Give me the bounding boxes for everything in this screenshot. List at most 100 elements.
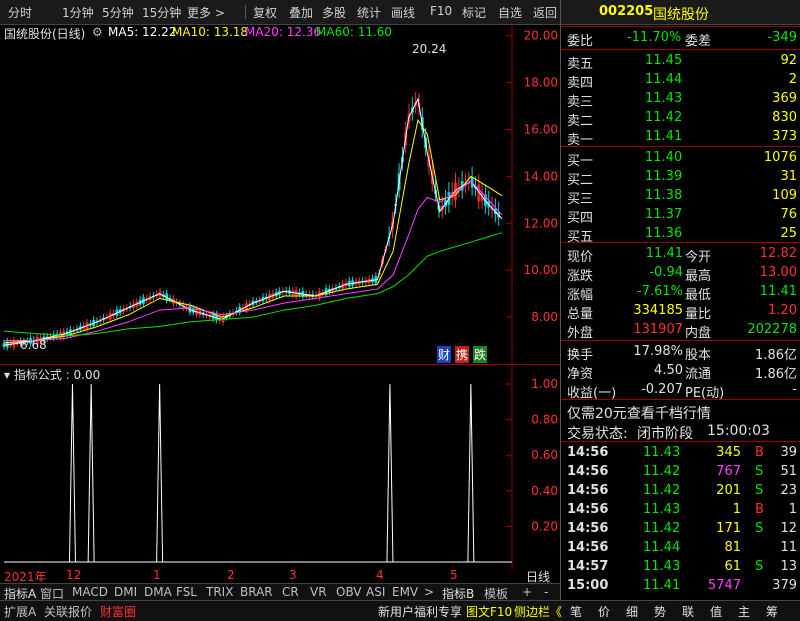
tick-price: 11.44 (643, 540, 681, 555)
tick-price: 11.43 (643, 445, 681, 460)
stat-value: 4.50 (654, 363, 683, 378)
drop-badge[interactable]: 跌 (473, 346, 488, 363)
toolbar-item-back[interactable]: 返回 (533, 4, 557, 21)
tick-row: 15:00 11.41 5747 379 (561, 576, 800, 596)
bid-row[interactable]: 买二 11.39 31 (561, 167, 800, 188)
toolbar-item-watchlist[interactable]: 自选 (498, 4, 522, 21)
chevron-down-icon[interactable]: ▾ (4, 368, 14, 382)
indicator-tab[interactable]: > (424, 585, 434, 599)
toolbar-item-multi[interactable]: 多股 (322, 4, 346, 21)
f10-graphic-button[interactable]: 图文F10 (466, 603, 512, 620)
tick-count: 13 (780, 559, 797, 574)
finance-badge[interactable]: 财 (437, 346, 452, 363)
toolbar-item-15min[interactable]: 15分钟 (142, 4, 181, 21)
ask-row[interactable]: 卖五 11.45 92 (561, 51, 800, 72)
new-user-promo-link[interactable]: 新用户福利专享 (378, 603, 462, 620)
quote-view-tab[interactable]: 筹 (766, 603, 778, 620)
ask-price: 11.42 (645, 110, 683, 125)
indicator-tab[interactable]: CR (282, 585, 299, 599)
ask-row[interactable]: 卖二 11.42 830 (561, 108, 800, 129)
toolbar-item-more[interactable]: 更多 > (187, 4, 225, 21)
tick-side: S (755, 559, 764, 574)
toolbar-item-overlay[interactable]: 叠加 (289, 4, 313, 21)
related-quote-button[interactable]: 关联报价 (44, 603, 92, 620)
extend-button[interactable]: 扩展A (4, 603, 36, 620)
tick-side: S (755, 483, 764, 498)
quote-view-tab[interactable]: 主 (738, 603, 750, 620)
indicator-tab[interactable]: MACD (72, 585, 108, 599)
ask-price: 11.45 (645, 53, 683, 68)
ma5-label: MA5: 12.22 (108, 25, 177, 39)
ask-row[interactable]: 卖一 11.41 373 (561, 127, 800, 148)
chart-settings-icon[interactable]: ⚙ (92, 25, 103, 39)
indicator-tab[interactable]: DMI (114, 585, 137, 599)
price-tick-label: 18.00 (524, 76, 558, 90)
level2-promo[interactable]: 仅需20元查看千档行情 (567, 403, 711, 423)
tick-row: 14:56 11.44 81 11 (561, 538, 800, 558)
ask-row[interactable]: 卖四 11.44 2 (561, 70, 800, 91)
indicator-tab[interactable]: ASI (366, 585, 385, 599)
kline-chart[interactable]: 8.00 10.00 12.00 14.00 16.00 18.00 20.00 (0, 24, 560, 364)
add-tab-button[interactable]: + (522, 585, 532, 599)
bid-row[interactable]: 买四 11.37 76 (561, 205, 800, 226)
indicator-tab[interactable]: DMA (144, 585, 172, 599)
wealth-circle-button[interactable]: 财富圈 (100, 603, 136, 620)
kline-chart-area[interactable]: 8.00 10.00 12.00 14.00 16.00 18.00 20.00 国统股份(… (0, 24, 560, 364)
tick-time: 15:00 (567, 578, 609, 593)
quote-view-tab[interactable]: 价 (598, 603, 610, 620)
toolbar-item-f10[interactable]: F10 (430, 4, 452, 18)
time-axis-label: 12 (66, 568, 82, 582)
quote-panel: 002205 国统股份 委比 -11.70% 委差 -349 卖五 11.45 92… (560, 0, 800, 600)
toolbar-item-fuquan[interactable]: 复权 (253, 4, 277, 21)
tick-row: 14:56 11.42 171 S 12 (561, 519, 800, 539)
trade-status-time: 15:00:03 (707, 423, 770, 439)
indicator-tab[interactable]: VR (310, 585, 327, 599)
tick-price: 11.43 (643, 559, 681, 574)
toolbar-item-5min[interactable]: 5分钟 (102, 4, 134, 21)
indicator-spike (467, 383, 475, 563)
indicator-chart[interactable]: 0.20 0.40 0.60 0.80 1.00 (0, 364, 560, 569)
quote-view-tab[interactable]: 势 (654, 603, 666, 620)
bid-row[interactable]: 买五 11.36 25 (561, 224, 800, 245)
event-badge[interactable]: 携 (455, 346, 470, 363)
bid-price: 11.36 (645, 226, 683, 241)
bid-row[interactable]: 买三 11.38 109 (561, 186, 800, 207)
bid-volume: 109 (772, 188, 797, 203)
toolbar-item-timeshare[interactable]: 分时 (8, 4, 32, 21)
toolbar-item-stats[interactable]: 统计 (357, 4, 381, 21)
quote-view-tab[interactable]: 细 (626, 603, 638, 620)
remove-tab-button[interactable]: - (544, 585, 548, 599)
ask-row[interactable]: 卖三 11.43 369 (561, 89, 800, 110)
indicator-tick-label: 0.80 (531, 413, 558, 427)
ma-line-ma60 (3, 232, 503, 337)
indicator-tab[interactable]: TRIX (206, 585, 233, 599)
toolbar-item-mark[interactable]: 标记 (462, 4, 486, 21)
indicator-tab[interactable]: BRAR (240, 585, 273, 599)
weibi-label: 委比 (567, 34, 594, 49)
indicator-tab[interactable]: EMV (392, 585, 418, 599)
indicator-spike (87, 383, 95, 563)
tick-row: 14:56 11.43 1 B 1 (561, 500, 800, 520)
indicator-tab[interactable]: FSL (176, 585, 197, 599)
bid-row[interactable]: 买一 11.40 1076 (561, 148, 800, 169)
ma60-label: MA60: 11.60 (316, 25, 393, 39)
stock-name: 国统股份 (653, 7, 709, 23)
stat-value: 131907 (633, 322, 683, 337)
toolbar-item-1min[interactable]: 1分钟 (62, 4, 94, 21)
tick-volume: 61 (724, 559, 741, 574)
indicator-tabs: 指标A 窗口 MACD DMI DMA FSL TRIX BRAR CR VR OBV ASI EMV >… (0, 583, 560, 601)
quote-view-tab[interactable]: 联 (682, 603, 694, 620)
quote-view-tab[interactable]: 笔 (570, 603, 582, 620)
ask-volume: 373 (772, 129, 797, 144)
tick-row: 14:56 11.43 345 B 39 (561, 443, 800, 463)
indicator-tab[interactable]: OBV (336, 585, 362, 599)
promo-row[interactable]: 仅需20元查看千档行情 (561, 401, 800, 423)
candle (467, 171, 471, 191)
price-tick-label: 8.00 (531, 310, 558, 324)
quote-view-tab[interactable]: 值 (710, 603, 722, 620)
indicator-chart-area[interactable]: 0.20 0.40 0.60 0.80 1.00 ▾ 指标公式 : 0.00 (0, 364, 560, 569)
stat-value: - (792, 382, 797, 397)
stat-value: 12.82 (759, 246, 797, 261)
toolbar-item-draw[interactable]: 画线 (391, 4, 415, 21)
sidebar-toggle-button[interactable]: 侧边栏《 (514, 603, 562, 620)
